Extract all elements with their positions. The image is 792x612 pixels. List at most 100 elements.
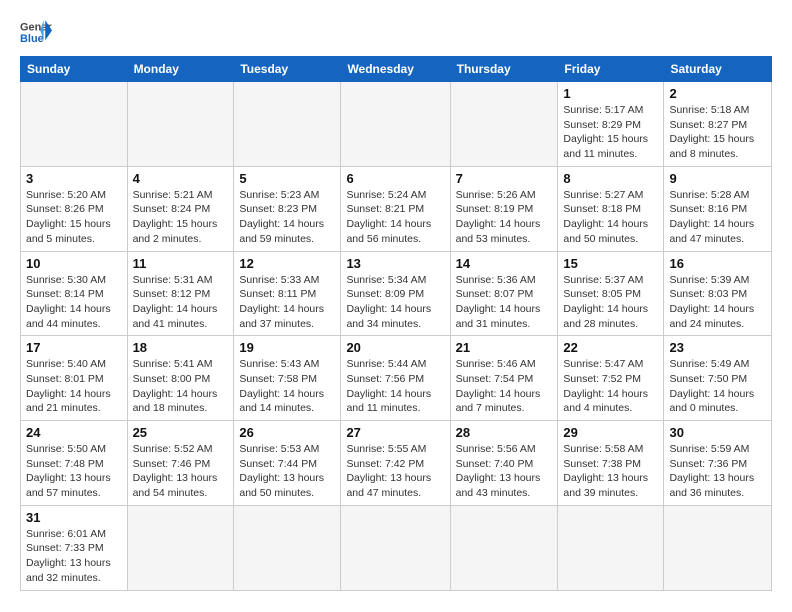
day-number: 6 <box>346 171 444 186</box>
cell-4-4: 20Sunrise: 5:44 AM Sunset: 7:56 PM Dayli… <box>341 336 450 421</box>
cell-5-1: 24Sunrise: 5:50 AM Sunset: 7:48 PM Dayli… <box>21 421 128 506</box>
day-number: 13 <box>346 256 444 271</box>
day-number: 25 <box>133 425 229 440</box>
day-info: Sunrise: 5:18 AM Sunset: 8:27 PM Dayligh… <box>669 103 766 162</box>
cell-5-6: 29Sunrise: 5:58 AM Sunset: 7:38 PM Dayli… <box>558 421 664 506</box>
week-row-5: 24Sunrise: 5:50 AM Sunset: 7:48 PM Dayli… <box>21 421 772 506</box>
day-info: Sunrise: 5:40 AM Sunset: 8:01 PM Dayligh… <box>26 357 122 416</box>
generalblue-logo-icon: General Blue <box>20 18 52 46</box>
cell-1-7: 2 Sunrise: 5:18 AM Sunset: 8:27 PM Daylig… <box>664 82 772 167</box>
cell-5-3: 26 Sunrise: 5:53 AM Sunset: 7:44 PM Dayli… <box>234 421 341 506</box>
cell-1-2 <box>127 82 234 167</box>
day-info: Sunrise: 5:20 AM Sunset: 8:26 PM Dayligh… <box>26 188 122 247</box>
header-row: SundayMondayTuesdayWednesdayThursdayFrid… <box>21 57 772 82</box>
day-info: Sunrise: 5:46 AM Sunset: 7:54 PM Dayligh… <box>456 357 553 416</box>
day-info: Sunrise: 5:43 AM Sunset: 7:58 PM Dayligh… <box>239 357 335 416</box>
logo: General Blue <box>20 18 52 46</box>
day-info: Sunrise: 5:59 AM Sunset: 7:36 PM Dayligh… <box>669 442 766 501</box>
day-number: 5 <box>239 171 335 186</box>
col-header-monday: Monday <box>127 57 234 82</box>
day-info: Sunrise: 5:56 AM Sunset: 7:40 PM Dayligh… <box>456 442 553 501</box>
week-row-2: 3 Sunrise: 5:20 AM Sunset: 8:26 PM Daylig… <box>21 166 772 251</box>
day-number: 17 <box>26 340 122 355</box>
day-number: 29 <box>563 425 658 440</box>
day-number: 22 <box>563 340 658 355</box>
day-number: 21 <box>456 340 553 355</box>
day-number: 14 <box>456 256 553 271</box>
day-number: 9 <box>669 171 766 186</box>
col-header-wednesday: Wednesday <box>341 57 450 82</box>
day-info: Sunrise: 5:39 AM Sunset: 8:03 PM Dayligh… <box>669 273 766 332</box>
cell-5-4: 27Sunrise: 5:55 AM Sunset: 7:42 PM Dayli… <box>341 421 450 506</box>
day-info: Sunrise: 5:36 AM Sunset: 8:07 PM Dayligh… <box>456 273 553 332</box>
cell-6-5 <box>450 505 558 590</box>
day-number: 23 <box>669 340 766 355</box>
header: General Blue <box>20 18 772 46</box>
day-number: 18 <box>133 340 229 355</box>
cell-3-1: 10Sunrise: 5:30 AM Sunset: 8:14 PM Dayli… <box>21 251 128 336</box>
cell-2-4: 6 Sunrise: 5:24 AM Sunset: 8:21 PM Daylig… <box>341 166 450 251</box>
page: General Blue SundayMondayTuesdayWednesda… <box>0 0 792 612</box>
cell-3-2: 11 Sunrise: 5:31 AM Sunset: 8:12 PM Dayli… <box>127 251 234 336</box>
cell-3-4: 13 Sunrise: 5:34 AM Sunset: 8:09 PM Dayli… <box>341 251 450 336</box>
day-info: Sunrise: 5:28 AM Sunset: 8:16 PM Dayligh… <box>669 188 766 247</box>
cell-3-6: 15Sunrise: 5:37 AM Sunset: 8:05 PM Dayli… <box>558 251 664 336</box>
cell-3-3: 12Sunrise: 5:33 AM Sunset: 8:11 PM Dayli… <box>234 251 341 336</box>
cell-6-7 <box>664 505 772 590</box>
cell-2-3: 5 Sunrise: 5:23 AM Sunset: 8:23 PM Daylig… <box>234 166 341 251</box>
day-number: 7 <box>456 171 553 186</box>
day-info: Sunrise: 5:37 AM Sunset: 8:05 PM Dayligh… <box>563 273 658 332</box>
day-number: 20 <box>346 340 444 355</box>
day-info: Sunrise: 5:31 AM Sunset: 8:12 PM Dayligh… <box>133 273 229 332</box>
cell-2-1: 3 Sunrise: 5:20 AM Sunset: 8:26 PM Daylig… <box>21 166 128 251</box>
week-row-3: 10Sunrise: 5:30 AM Sunset: 8:14 PM Dayli… <box>21 251 772 336</box>
cell-2-6: 8Sunrise: 5:27 AM Sunset: 8:18 PM Daylig… <box>558 166 664 251</box>
day-number: 24 <box>26 425 122 440</box>
day-info: Sunrise: 5:17 AM Sunset: 8:29 PM Dayligh… <box>563 103 658 162</box>
day-info: Sunrise: 5:34 AM Sunset: 8:09 PM Dayligh… <box>346 273 444 332</box>
cell-6-3 <box>234 505 341 590</box>
day-info: Sunrise: 5:47 AM Sunset: 7:52 PM Dayligh… <box>563 357 658 416</box>
day-number: 19 <box>239 340 335 355</box>
cell-5-5: 28Sunrise: 5:56 AM Sunset: 7:40 PM Dayli… <box>450 421 558 506</box>
cell-1-5 <box>450 82 558 167</box>
week-row-1: 1 Sunrise: 5:17 AM Sunset: 8:29 PM Daylig… <box>21 82 772 167</box>
day-info: Sunrise: 5:23 AM Sunset: 8:23 PM Dayligh… <box>239 188 335 247</box>
day-number: 16 <box>669 256 766 271</box>
col-header-thursday: Thursday <box>450 57 558 82</box>
cell-1-4 <box>341 82 450 167</box>
cell-4-7: 23 Sunrise: 5:49 AM Sunset: 7:50 PM Dayli… <box>664 336 772 421</box>
week-row-4: 17 Sunrise: 5:40 AM Sunset: 8:01 PM Dayli… <box>21 336 772 421</box>
cell-4-1: 17 Sunrise: 5:40 AM Sunset: 8:01 PM Dayli… <box>21 336 128 421</box>
cell-5-7: 30Sunrise: 5:59 AM Sunset: 7:36 PM Dayli… <box>664 421 772 506</box>
cell-3-5: 14 Sunrise: 5:36 AM Sunset: 8:07 PM Dayli… <box>450 251 558 336</box>
cell-4-5: 21 Sunrise: 5:46 AM Sunset: 7:54 PM Dayli… <box>450 336 558 421</box>
day-info: Sunrise: 5:53 AM Sunset: 7:44 PM Dayligh… <box>239 442 335 501</box>
cell-6-1: 31 Sunrise: 6:01 AM Sunset: 7:33 PM Dayli… <box>21 505 128 590</box>
day-number: 26 <box>239 425 335 440</box>
week-row-6: 31 Sunrise: 6:01 AM Sunset: 7:33 PM Dayli… <box>21 505 772 590</box>
day-number: 11 <box>133 256 229 271</box>
day-number: 1 <box>563 86 658 101</box>
day-number: 31 <box>26 510 122 525</box>
cell-2-2: 4 Sunrise: 5:21 AM Sunset: 8:24 PM Daylig… <box>127 166 234 251</box>
day-number: 4 <box>133 171 229 186</box>
cell-4-3: 19 Sunrise: 5:43 AM Sunset: 7:58 PM Dayli… <box>234 336 341 421</box>
day-info: Sunrise: 5:52 AM Sunset: 7:46 PM Dayligh… <box>133 442 229 501</box>
day-info: Sunrise: 5:55 AM Sunset: 7:42 PM Dayligh… <box>346 442 444 501</box>
day-info: Sunrise: 5:21 AM Sunset: 8:24 PM Dayligh… <box>133 188 229 247</box>
cell-1-1 <box>21 82 128 167</box>
day-number: 2 <box>669 86 766 101</box>
col-header-sunday: Sunday <box>21 57 128 82</box>
day-info: Sunrise: 6:01 AM Sunset: 7:33 PM Dayligh… <box>26 527 122 586</box>
col-header-friday: Friday <box>558 57 664 82</box>
day-info: Sunrise: 5:26 AM Sunset: 8:19 PM Dayligh… <box>456 188 553 247</box>
calendar-table: SundayMondayTuesdayWednesdayThursdayFrid… <box>20 56 772 591</box>
day-info: Sunrise: 5:24 AM Sunset: 8:21 PM Dayligh… <box>346 188 444 247</box>
day-number: 10 <box>26 256 122 271</box>
day-info: Sunrise: 5:49 AM Sunset: 7:50 PM Dayligh… <box>669 357 766 416</box>
day-number: 3 <box>26 171 122 186</box>
day-info: Sunrise: 5:33 AM Sunset: 8:11 PM Dayligh… <box>239 273 335 332</box>
cell-6-2 <box>127 505 234 590</box>
svg-text:Blue: Blue <box>20 33 44 45</box>
